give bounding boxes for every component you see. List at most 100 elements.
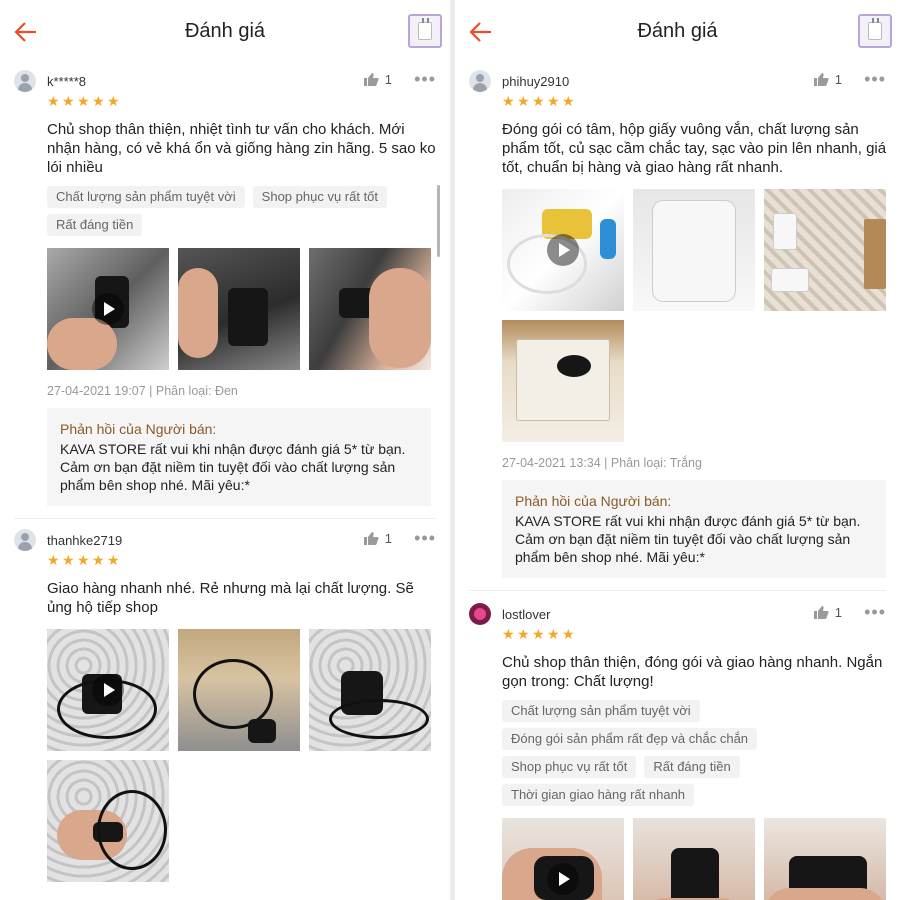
star-icon: ★ (92, 552, 105, 568)
seller-reply-title: Phản hồi của Người bán: (60, 421, 217, 437)
review-photo[interactable] (178, 248, 300, 370)
review-tag: Shop phục vụ rất tốt (502, 756, 637, 778)
like-count: 1 (834, 605, 842, 620)
arrow-left-icon[interactable] (467, 18, 495, 46)
header: Đánh giá (0, 0, 450, 62)
avatar[interactable] (469, 70, 491, 92)
review-item: k*****8 1 ••• ★ ★ ★ ★ ★ Chủ shop thân thiện,… (0, 62, 450, 519)
like-count: 1 (834, 72, 842, 87)
more-options-icon[interactable]: ••• (864, 602, 886, 623)
header: Đánh giá (455, 0, 900, 62)
review-photo[interactable] (309, 629, 431, 751)
review-text: Chủ shop thân thiện, đóng gói và giao hà… (502, 654, 883, 690)
like-button[interactable]: 1 (813, 72, 842, 87)
review-video-thumbnail[interactable] (47, 248, 169, 370)
review-text: Giao hàng nhanh nhé. Rẻ nhưng mà lại chấ… (47, 580, 414, 616)
review-tags: Chất lượng sản phẩm tuyệt vời Shop phục … (47, 186, 437, 236)
like-count: 1 (384, 72, 392, 87)
star-icon: ★ (77, 552, 90, 568)
product-thumbnail-icon[interactable] (408, 14, 442, 48)
play-icon (92, 293, 124, 325)
review-tag: Shop phục vụ rất tốt (252, 186, 388, 208)
like-button[interactable]: 1 (363, 531, 392, 546)
username[interactable]: lostlover (502, 607, 550, 622)
avatar[interactable] (469, 603, 491, 625)
star-icon: ★ (547, 626, 560, 642)
review-item: lostlover 1 ••• ★ ★ ★ ★ ★ Chủ shop thân thiệ… (455, 591, 900, 900)
review-tag: Chất lượng sản phẩm tuyệt vời (47, 186, 245, 208)
seller-reply-body: KAVA STORE rất vui khi nhận được đánh gi… (60, 441, 406, 493)
thumbs-up-icon (363, 73, 379, 86)
review-photo[interactable] (178, 629, 300, 751)
star-rating: ★ ★ ★ ★ ★ (502, 93, 886, 111)
like-button[interactable]: 1 (363, 72, 392, 87)
star-icon: ★ (517, 93, 530, 109)
review-tag: Thời gian giao hàng rất nhanh (502, 784, 695, 806)
review-photo[interactable] (47, 760, 169, 882)
review-item: thanhke2719 1 ••• ★ ★ ★ ★ ★ Giao hàng nhanh … (0, 519, 450, 882)
star-rating: ★ ★ ★ ★ ★ (47, 93, 436, 111)
review-photo[interactable] (309, 248, 431, 370)
star-icon: ★ (62, 552, 75, 568)
play-icon (547, 234, 579, 266)
star-icon: ★ (562, 626, 575, 642)
review-photo[interactable] (633, 818, 755, 900)
username[interactable]: phihuy2910 (502, 74, 569, 89)
star-icon: ★ (502, 626, 515, 642)
review-tag: Chất lượng sản phẩm tuyệt vời (502, 700, 700, 722)
review-photo[interactable] (764, 189, 886, 311)
review-video-thumbnail[interactable] (502, 818, 624, 900)
thumbs-up-icon (363, 532, 379, 545)
more-options-icon[interactable]: ••• (864, 69, 886, 90)
avatar[interactable] (14, 70, 36, 92)
review-text: Chủ shop thân thiện, nhiệt tình tư vấn c… (47, 121, 436, 176)
seller-reply-title: Phản hồi của Người bán: (515, 493, 672, 509)
review-photos (47, 248, 436, 370)
star-icon: ★ (502, 93, 515, 109)
play-icon (92, 674, 124, 706)
review-tag: Rất đáng tiền (644, 756, 740, 778)
review-photo[interactable] (633, 189, 755, 311)
product-thumbnail-icon[interactable] (858, 14, 892, 48)
review-meta: 27-04-2021 19:07 | Phân loại: Đen (47, 384, 238, 398)
play-icon (547, 863, 579, 895)
username[interactable]: thanhke2719 (47, 533, 122, 548)
review-meta: 27-04-2021 13:34 | Phân loại: Trắng (502, 456, 702, 470)
scrollbar[interactable] (437, 185, 440, 257)
thumbs-up-icon (813, 73, 829, 86)
more-options-icon[interactable]: ••• (414, 69, 436, 90)
star-icon: ★ (562, 93, 575, 109)
review-photo[interactable] (502, 320, 624, 442)
review-photos (502, 818, 886, 900)
star-icon: ★ (77, 93, 90, 109)
star-icon: ★ (62, 93, 75, 109)
seller-reply: Phản hồi của Người bán: KAVA STORE rất v… (502, 480, 886, 578)
star-icon: ★ (92, 93, 105, 109)
page-title: Đánh giá (184, 19, 266, 42)
arrow-left-icon[interactable] (12, 18, 40, 46)
thumbs-up-icon (813, 606, 829, 619)
star-icon: ★ (532, 626, 545, 642)
like-button[interactable]: 1 (813, 605, 842, 620)
review-video-thumbnail[interactable] (47, 629, 169, 751)
seller-reply: Phản hồi của Người bán: KAVA STORE rất v… (47, 408, 431, 506)
page-title: Đánh giá (637, 19, 718, 42)
review-tag: Rất đáng tiền (47, 214, 143, 236)
avatar[interactable] (14, 529, 36, 551)
star-icon: ★ (47, 552, 60, 568)
star-rating: ★ ★ ★ ★ ★ (47, 552, 436, 570)
review-video-thumbnail[interactable] (502, 189, 624, 311)
review-item: phihuy2910 1 ••• ★ ★ ★ ★ ★ Đóng gói có tâm, … (455, 62, 900, 591)
star-icon: ★ (107, 552, 120, 568)
username[interactable]: k*****8 (47, 74, 86, 89)
more-options-icon[interactable]: ••• (414, 528, 436, 549)
review-photos (502, 189, 886, 442)
star-icon: ★ (47, 93, 60, 109)
star-icon: ★ (517, 626, 530, 642)
review-tags: Chất lượng sản phẩm tuyệt vời Đóng gói s… (502, 700, 892, 806)
seller-reply-body: KAVA STORE rất vui khi nhận được đánh gi… (515, 513, 861, 565)
review-photo[interactable] (764, 818, 886, 900)
like-count: 1 (384, 531, 392, 546)
review-text: Đóng gói có tâm, hộp giấy vuông vắn, chấ… (502, 121, 887, 176)
review-panel-right: Đánh giá phihuy2910 1 ••• ★ ★ ★ ★ ★ Đóng gói… (450, 0, 900, 900)
